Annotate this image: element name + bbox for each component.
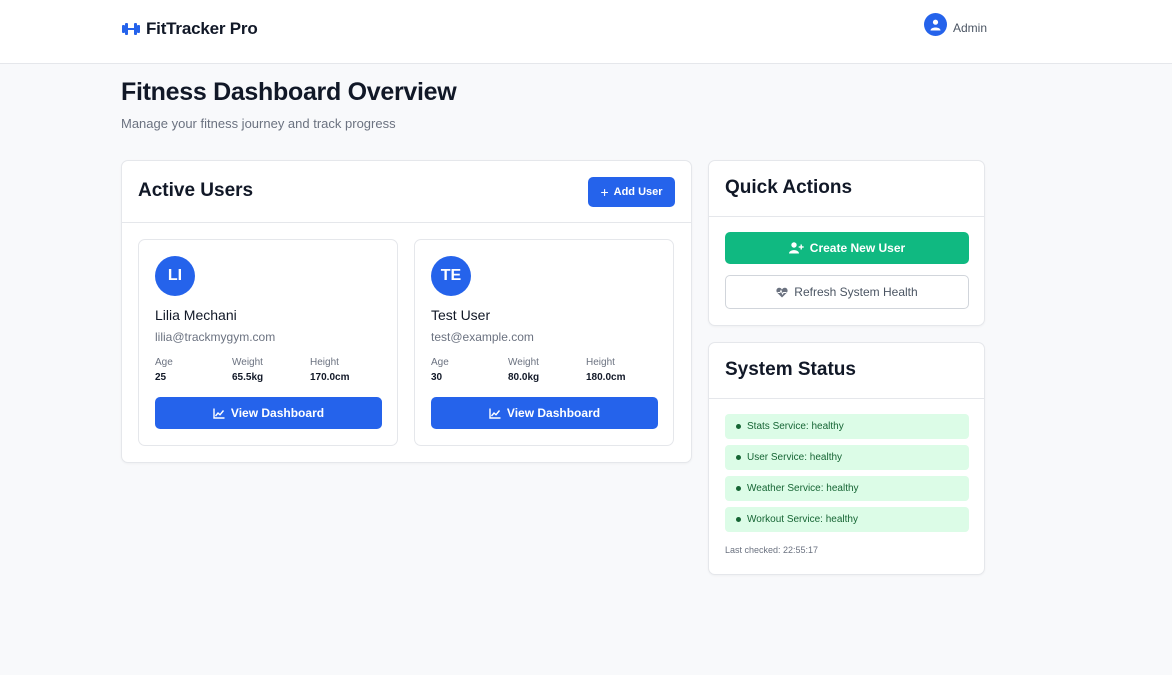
stat-height: Height 170.0cm [310, 357, 349, 383]
chart-line-icon [213, 408, 225, 419]
top-navbar: FitTracker Pro Admin [0, 0, 1172, 64]
user-name: Lilia Mechani [155, 307, 237, 323]
plus-icon: + [600, 184, 609, 200]
quick-actions-title: Quick Actions [725, 177, 853, 198]
status-dot-icon [736, 517, 741, 522]
service-status-text: Workout Service: healthy [747, 514, 858, 525]
brand-logo[interactable]: FitTracker Pro [121, 19, 258, 39]
stat-height: Height 180.0cm [586, 357, 625, 383]
stat-label: Age [431, 357, 449, 368]
stat-value: 80.0kg [508, 372, 540, 383]
stat-value: 65.5kg [232, 372, 264, 383]
user-card: LI Lilia Mechani lilia@trackmygym.com Ag… [138, 239, 398, 446]
view-dashboard-button[interactable]: View Dashboard [155, 397, 382, 429]
user-email: test@example.com [431, 330, 534, 344]
service-status-item: Stats Service: healthy [725, 414, 969, 439]
refresh-system-health-button[interactable]: Refresh System Health [725, 275, 969, 309]
active-users-header: Active Users + Add User [122, 161, 691, 223]
quick-actions-header: Quick Actions [709, 161, 984, 217]
view-dashboard-button[interactable]: View Dashboard [431, 397, 658, 429]
page-subtitle: Manage your fitness journey and track pr… [121, 116, 396, 131]
service-status-item: User Service: healthy [725, 445, 969, 470]
stat-label: Weight [508, 357, 539, 368]
system-status-title: System Status [725, 359, 856, 380]
status-dot-icon [736, 424, 741, 429]
last-checked-timestamp: Last checked: 22:55:17 [725, 545, 819, 555]
service-status-item: Weather Service: healthy [725, 476, 969, 501]
active-users-title: Active Users [138, 180, 254, 201]
stat-label: Height [310, 357, 339, 368]
stat-label: Weight [232, 357, 263, 368]
user-menu[interactable]: Admin [924, 13, 987, 36]
view-dashboard-label: View Dashboard [506, 406, 601, 420]
status-dot-icon [736, 486, 741, 491]
stat-weight: Weight 80.0kg [508, 357, 539, 383]
status-dot-icon [736, 455, 741, 460]
brand-name: FitTracker Pro [146, 19, 258, 38]
stat-label: Age [155, 357, 173, 368]
create-new-user-label: Create New User [809, 241, 906, 255]
stat-age: Age 25 [155, 357, 173, 383]
view-dashboard-label: View Dashboard [230, 406, 325, 420]
user-plus-icon [788, 242, 804, 254]
dumbbell-icon [122, 23, 140, 35]
add-user-button[interactable]: + Add User [588, 177, 675, 207]
avatar: TE [431, 256, 471, 296]
stat-value: 170.0cm [310, 372, 350, 383]
stat-age: Age 30 [431, 357, 449, 383]
active-users-panel: Active Users + Add User LI Lilia Mechani… [121, 160, 692, 463]
stat-weight: Weight 65.5kg [232, 357, 263, 383]
service-status-text: User Service: healthy [747, 452, 843, 463]
add-user-label: Add User [613, 186, 663, 198]
user-name-label: Admin [953, 21, 988, 35]
quick-actions-panel: Quick Actions Create New User Refresh Sy… [708, 160, 985, 326]
user-email: lilia@trackmygym.com [155, 330, 276, 344]
chart-line-icon [489, 408, 501, 419]
page-title: Fitness Dashboard Overview [121, 78, 457, 106]
create-new-user-button[interactable]: Create New User [725, 232, 969, 264]
service-status-text: Weather Service: healthy [747, 483, 859, 494]
stat-value: 25 [155, 372, 167, 383]
user-circle-icon [924, 13, 947, 36]
avatar: LI [155, 256, 195, 296]
stat-value: 180.0cm [586, 372, 626, 383]
refresh-system-health-label: Refresh System Health [794, 285, 918, 299]
heartbeat-icon [776, 287, 788, 297]
system-status-header: System Status [709, 343, 984, 399]
service-status-text: Stats Service: healthy [747, 421, 844, 432]
service-status-item: Workout Service: healthy [725, 507, 969, 532]
stat-label: Height [586, 357, 615, 368]
stat-value: 30 [431, 372, 443, 383]
user-name: Test User [431, 307, 491, 323]
user-card: TE Test User test@example.com Age 30 Wei… [414, 239, 674, 446]
system-status-panel: System Status Stats Service: healthy Use… [708, 342, 985, 575]
